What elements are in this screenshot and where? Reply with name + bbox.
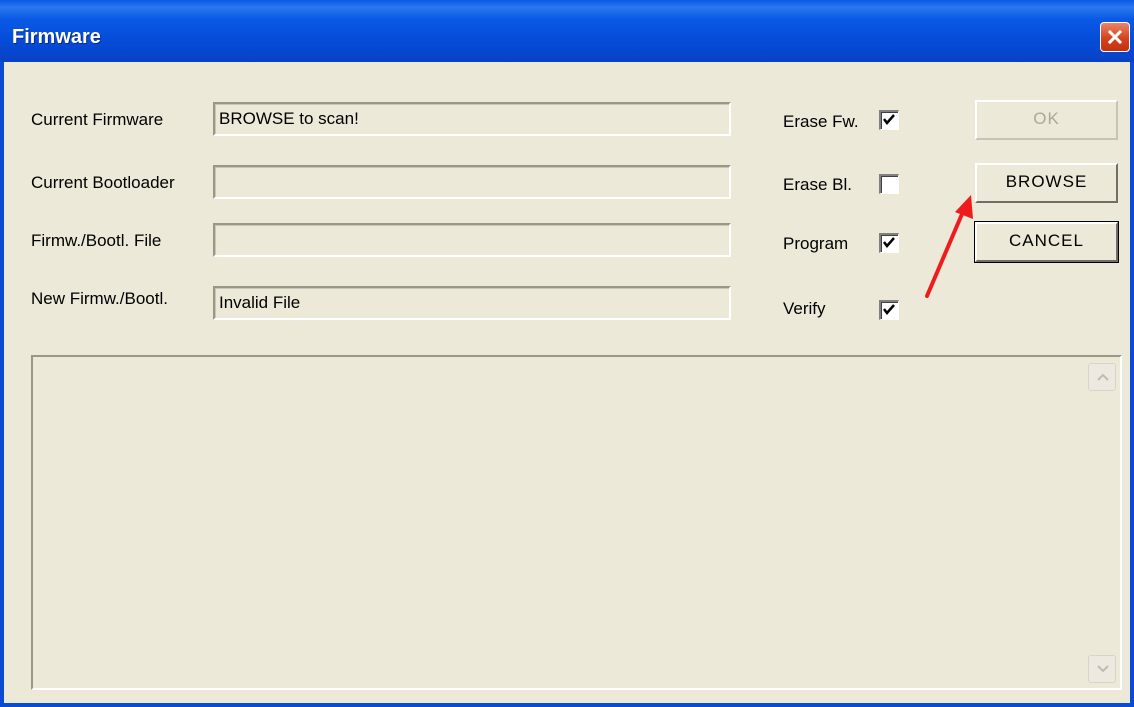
program-checkbox[interactable] [879, 233, 899, 253]
checkmark-icon [883, 237, 895, 248]
close-icon [1107, 29, 1123, 45]
erase-fw-label: Erase Fw. [783, 112, 859, 131]
cancel-button[interactable]: CANCEL [975, 222, 1118, 262]
title-bar: Firmware [0, 0, 1134, 62]
new-firmware-label: New Firmw./Bootl. [31, 289, 168, 308]
red-arrow-icon [925, 195, 973, 298]
scroll-up-button[interactable] [1088, 363, 1116, 391]
erase-fw-checkbox[interactable] [879, 110, 899, 130]
firmware-file-field[interactable] [213, 223, 731, 257]
window-title: Firmware [12, 26, 101, 48]
new-firmware-field[interactable]: Invalid File [213, 286, 731, 320]
ok-button[interactable]: OK [975, 100, 1118, 140]
current-firmware-label: Current Firmware [31, 110, 164, 129]
erase-bl-label: Erase Bl. [783, 175, 852, 194]
verify-label: Verify [783, 299, 826, 318]
close-button[interactable] [1100, 22, 1130, 52]
current-bootloader-field[interactable] [213, 165, 731, 199]
firmware-dialog: Firmware Current Firmware BROWSE to scan… [0, 0, 1134, 707]
checkmark-icon [883, 114, 895, 125]
program-label: Program [783, 234, 849, 253]
verify-checkbox[interactable] [879, 300, 899, 320]
scroll-down-icon [1097, 665, 1109, 673]
scroll-up-icon [1097, 373, 1109, 381]
log-output-area[interactable] [31, 355, 1122, 690]
current-firmware-field[interactable]: BROWSE to scan! [213, 102, 731, 136]
scroll-down-button[interactable] [1088, 655, 1116, 683]
checkmark-icon [883, 304, 895, 315]
firmware-file-label: Firmw./Bootl. File [31, 231, 162, 250]
browse-button[interactable]: BROWSE [975, 163, 1118, 203]
current-bootloader-label: Current Bootloader [31, 173, 175, 192]
erase-bl-checkbox[interactable] [879, 174, 899, 194]
